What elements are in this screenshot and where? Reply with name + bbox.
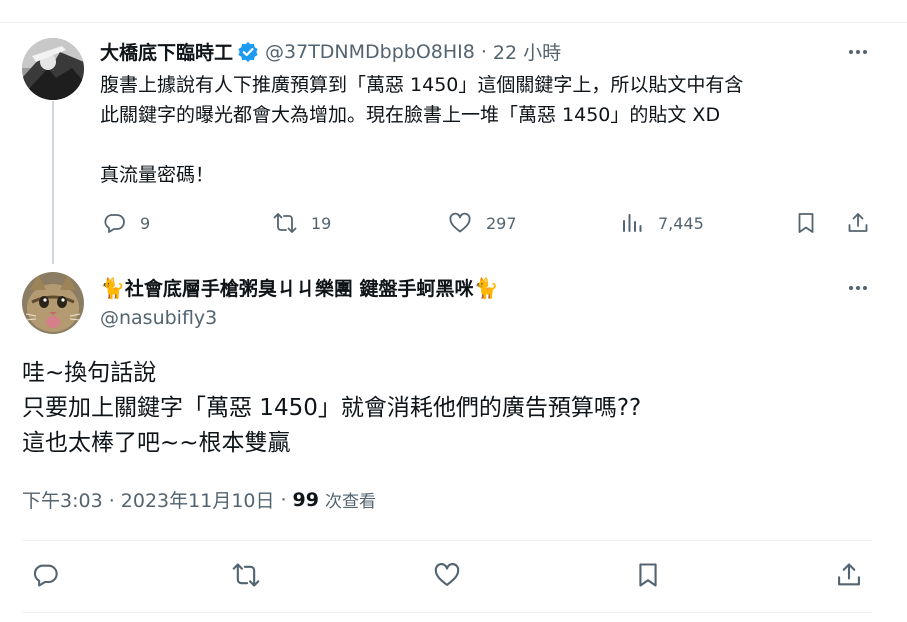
author-avatar[interactable] bbox=[22, 38, 84, 100]
reply-views-label: 次查看 bbox=[325, 492, 376, 512]
bookmark-icon bbox=[794, 211, 818, 235]
top-divider bbox=[0, 22, 907, 23]
reply-bookmark-button[interactable] bbox=[634, 560, 662, 590]
repost-icon bbox=[232, 561, 260, 589]
tweet-header: 大橋底下臨時工 @37TDNMDbpbO8HI8 · 22 小時 bbox=[100, 38, 561, 65]
verified-badge-icon[interactable] bbox=[237, 41, 259, 63]
like-button[interactable]: 297 bbox=[448, 208, 517, 238]
separator-dot: · bbox=[280, 488, 287, 511]
tweet-action-bar: 9 19 297 7,445 bbox=[100, 208, 875, 238]
reply-author-handle[interactable]: @nasubifly3 bbox=[100, 307, 217, 329]
reply-icon bbox=[31, 561, 59, 589]
reply-text-line: 這也太棒了吧~~根本雙贏 bbox=[22, 430, 291, 456]
tweet-time[interactable]: 22 小時 bbox=[493, 38, 561, 65]
analytics-icon bbox=[620, 211, 644, 235]
separator-dot: · bbox=[480, 40, 487, 63]
tweet-text-line: 真流量密碼！ bbox=[100, 164, 215, 186]
bookmark-icon bbox=[634, 561, 662, 589]
reply-count: 9 bbox=[140, 213, 151, 233]
reply-repost-button[interactable] bbox=[232, 560, 260, 590]
reply-more-icon[interactable] bbox=[846, 276, 870, 300]
thread-line bbox=[52, 101, 54, 264]
reply-meta: 下午3:03 · 2023年11月10日 · 99 次查看 bbox=[22, 486, 376, 513]
author-name[interactable]: 大橋底下臨時工 bbox=[100, 38, 233, 65]
more-icon[interactable] bbox=[846, 40, 870, 64]
repost-icon bbox=[273, 211, 297, 235]
like-count: 297 bbox=[486, 213, 517, 233]
tweet-text-line: 此關鍵字的曝光都會大為增加。現在臉書上一堆「萬惡 1450」的貼文 XD bbox=[100, 104, 721, 126]
repost-count: 19 bbox=[311, 213, 332, 233]
cat-emoji-icon: 🐈 bbox=[100, 275, 125, 300]
reply-views-count: 99 bbox=[292, 488, 319, 511]
reply-reply-button[interactable] bbox=[31, 560, 59, 590]
reply-timestamp[interactable]: 下午3:03 · 2023年11月10日 bbox=[22, 486, 275, 513]
share-icon bbox=[835, 561, 863, 589]
author-handle[interactable]: @37TDNMDbpbO8HI8 bbox=[265, 41, 475, 63]
divider bbox=[22, 540, 872, 541]
reply-button[interactable]: 9 bbox=[102, 208, 150, 238]
reply-share-button[interactable] bbox=[835, 560, 863, 590]
share-icon bbox=[846, 211, 870, 235]
reply-text: 哇~換句話說 只要加上關鍵字「萬惡 1450」就會消耗他們的廣告預算嗎?? 這也… bbox=[22, 356, 872, 461]
heart-icon bbox=[433, 561, 461, 589]
reply-author-name-text: 社會底層手槍粥臭ㄐㄐ樂團 鍵盤手蚵黑咪 bbox=[124, 278, 474, 300]
bookmark-button[interactable] bbox=[794, 208, 818, 238]
reply-author-name[interactable]: 🐈 社會底層手槍粥臭ㄐㄐ樂團 鍵盤手蚵黑咪 🐈 bbox=[100, 274, 498, 301]
cat-emoji-icon: 🐈 bbox=[473, 275, 499, 300]
reply-text-line: 只要加上關鍵字「萬惡 1450」就會消耗他們的廣告預算嗎?? bbox=[22, 395, 642, 421]
reply-action-bar bbox=[0, 560, 907, 592]
share-button[interactable] bbox=[846, 208, 870, 238]
repost-button[interactable]: 19 bbox=[273, 208, 331, 238]
bottom-divider bbox=[22, 612, 872, 613]
tweet-text: 腹書上據說有人下推廣預算到「萬惡 1450」這個關鍵字上，所以貼文中有含 此關鍵… bbox=[100, 70, 870, 190]
reply-author-avatar[interactable] bbox=[22, 272, 84, 334]
views-count: 7,445 bbox=[658, 213, 704, 233]
reply-text-line: 哇~換句話說 bbox=[22, 360, 157, 386]
views-button[interactable]: 7,445 bbox=[620, 208, 704, 238]
reply-like-button[interactable] bbox=[433, 560, 461, 590]
tweet-text-line: 腹書上據說有人下推廣預算到「萬惡 1450」這個關鍵字上，所以貼文中有含 bbox=[100, 74, 744, 96]
reply-icon bbox=[102, 211, 126, 235]
heart-icon bbox=[448, 211, 472, 235]
